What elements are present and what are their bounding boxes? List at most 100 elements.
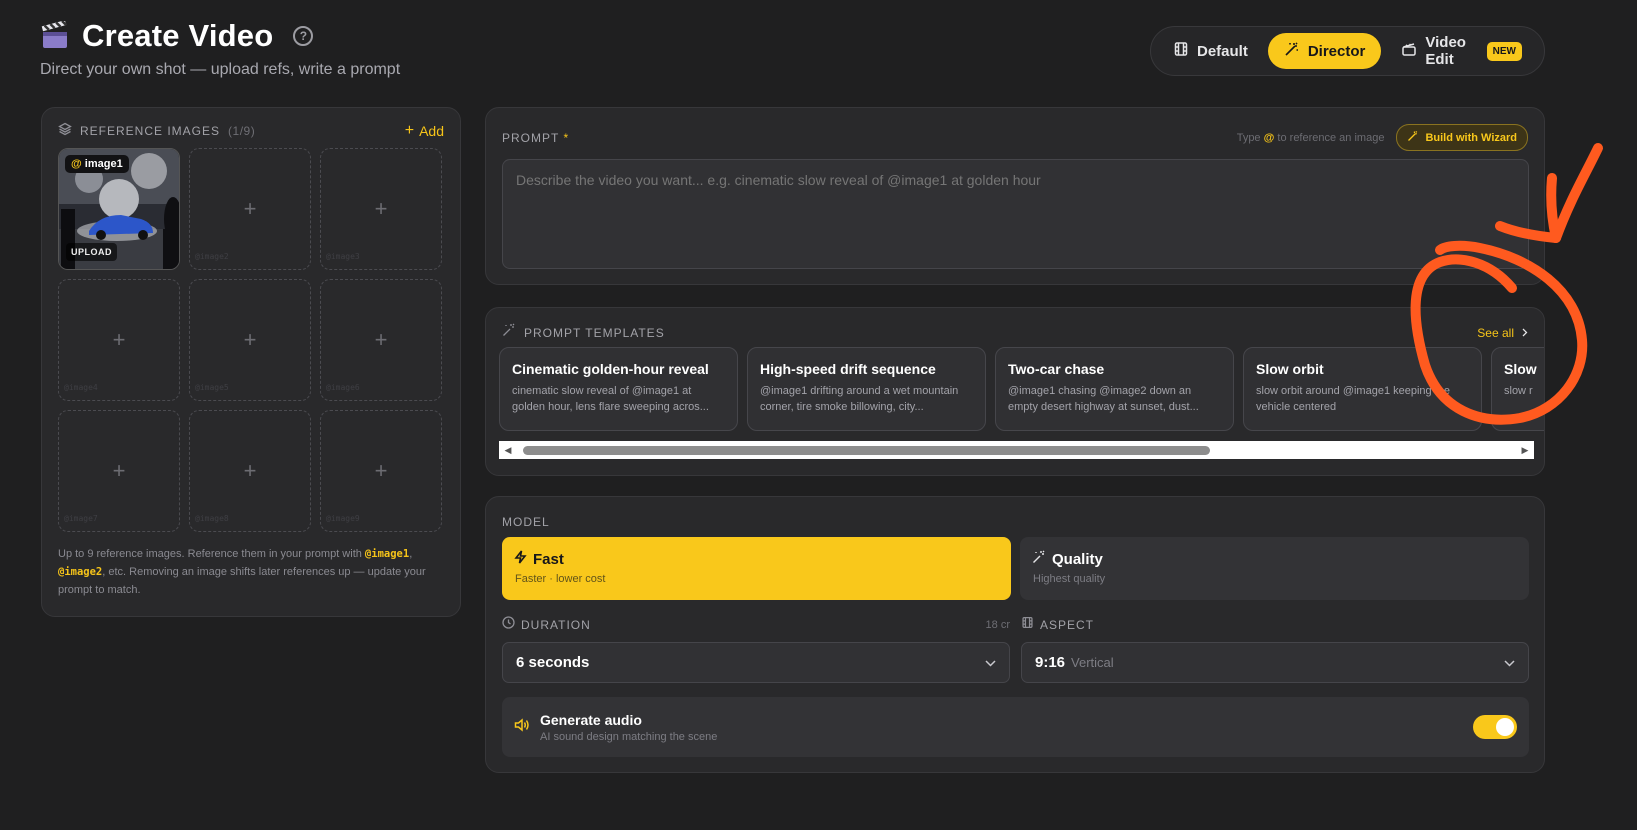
- generate-audio-row: Generate audio AI sound design matching …: [502, 697, 1529, 757]
- template-cards: Cinematic golden-hour reveal cinematic s…: [499, 347, 1544, 431]
- prompt-panel: PROMPT * Type @ to reference an image Bu…: [485, 107, 1545, 285]
- chevron-right-icon: [1522, 326, 1528, 340]
- generate-audio-sub: AI sound design matching the scene: [540, 730, 718, 743]
- plus-icon: +: [374, 196, 388, 221]
- slot-placeholder: @image5: [195, 383, 229, 392]
- slot-placeholder: @image3: [326, 252, 360, 261]
- scroll-right-icon[interactable]: ▶: [1516, 445, 1534, 456]
- video-edit-icon: [1401, 41, 1417, 61]
- prompt-templates-panel: PROMPT TEMPLATES See all Cinematic golde…: [485, 307, 1545, 476]
- model-quality-name: Quality: [1052, 550, 1103, 568]
- layers-icon: [58, 122, 72, 141]
- duration-value: 6 seconds: [516, 654, 590, 671]
- model-panel: MODEL Fast Faster · lower cost Quality H…: [485, 496, 1545, 773]
- mode-switch: Default Director Video Edit NEW: [1150, 26, 1545, 76]
- mode-director-label: Director: [1307, 42, 1366, 60]
- build-with-wizard-label: Build with Wizard: [1425, 131, 1517, 144]
- template-desc: cinematic slow reveal of @image1 at gold…: [512, 385, 709, 413]
- template-title: Two-car chase: [1008, 361, 1105, 377]
- see-all-label: See all: [1477, 325, 1514, 340]
- aspect-select[interactable]: 9:16 Vertical: [1021, 642, 1529, 683]
- template-desc: slow r: [1504, 385, 1533, 397]
- see-all-link[interactable]: See all: [1477, 326, 1528, 340]
- template-desc: @image1 drifting around a wet mountain c…: [760, 385, 959, 413]
- model-fast-name: Fast: [533, 550, 564, 568]
- sparkles-icon: [502, 323, 516, 342]
- plus-icon: +: [404, 122, 415, 139]
- reference-grid: @ image1 UPLOAD + @image2 + @image3 + @imag…: [58, 148, 442, 532]
- prompt-templates-title: PROMPT TEMPLATES: [524, 325, 665, 340]
- mode-default-button[interactable]: Default: [1157, 33, 1264, 69]
- build-with-wizard-button[interactable]: Build with Wizard: [1396, 124, 1528, 151]
- prompt-input[interactable]: [502, 159, 1529, 269]
- model-fast-option[interactable]: Fast Faster · lower cost: [502, 537, 1011, 600]
- aspect-label: ASPECT: [1040, 618, 1095, 632]
- slot-placeholder: @image9: [326, 514, 360, 523]
- template-card[interactable]: Two-car chase @image1 chasing @image2 do…: [995, 347, 1234, 431]
- reference-slot-9[interactable]: + @image9: [320, 410, 442, 532]
- model-label: MODEL: [502, 515, 550, 529]
- template-card[interactable]: High-speed drift sequence @image1 drifti…: [747, 347, 986, 431]
- wand-icon: [1407, 130, 1419, 145]
- plus-icon: +: [243, 196, 257, 221]
- slot-placeholder: @image6: [326, 383, 360, 392]
- upload-button[interactable]: UPLOAD: [66, 243, 117, 261]
- sparkles-icon: [1032, 550, 1046, 568]
- film-icon: [1173, 41, 1189, 61]
- template-title: Cinematic golden-hour reveal: [512, 361, 709, 377]
- model-fast-sub: Faster · lower cost: [515, 573, 606, 585]
- template-desc: @image1 chasing @image2 down an empty de…: [1008, 385, 1199, 413]
- plus-icon: +: [243, 458, 257, 483]
- chevron-down-icon: [985, 654, 996, 671]
- reference-slot-8[interactable]: + @image8: [189, 410, 311, 532]
- wand-icon: [1284, 41, 1300, 61]
- templates-scrollbar[interactable]: ◀ ▶: [499, 441, 1534, 459]
- mode-video-edit-button[interactable]: Video Edit NEW: [1385, 33, 1538, 69]
- scroll-left-icon[interactable]: ◀: [499, 445, 517, 456]
- help-icon[interactable]: ?: [293, 26, 314, 46]
- aspect-value: 9:16: [1035, 654, 1066, 671]
- plus-icon: +: [374, 327, 388, 352]
- duration-select[interactable]: 6 seconds: [502, 642, 1010, 683]
- scrollbar-track[interactable]: [517, 441, 1516, 459]
- template-card[interactable]: Slow slow r: [1491, 347, 1544, 431]
- annotation-arrow: [1551, 143, 1603, 243]
- mode-director-button[interactable]: Director: [1267, 33, 1382, 69]
- aspect-field: ASPECT 9:16 Vertical: [1021, 616, 1529, 683]
- reference-note: Up to 9 reference images. Reference them…: [58, 548, 426, 596]
- page-header: Create Video ? Direct your own shot — up…: [40, 18, 400, 79]
- film-icon: [1021, 616, 1034, 634]
- reference-slot-6[interactable]: + @image6: [320, 279, 442, 401]
- reference-slot-7[interactable]: + @image7: [58, 410, 180, 532]
- template-card[interactable]: Slow orbit slow orbit around @image1 kee…: [1243, 347, 1482, 431]
- clock-icon: [502, 616, 515, 634]
- page-title: Create Video: [82, 18, 274, 53]
- plus-icon: +: [243, 327, 257, 352]
- scrollbar-thumb[interactable]: [523, 446, 1210, 455]
- reference-tag: @ image1: [65, 155, 129, 173]
- speaker-icon: [514, 717, 530, 737]
- clapperboard-icon: [40, 20, 70, 51]
- mode-default-label: Default: [1197, 42, 1248, 60]
- mode-video-edit-label: Video Edit: [1425, 34, 1466, 68]
- template-title: Slow: [1504, 361, 1537, 377]
- model-quality-sub: Highest quality: [1033, 573, 1106, 585]
- slot-placeholder: @image7: [64, 514, 98, 523]
- reference-images-panel: REFERENCE IMAGES (1/9) + Add @ image1 UP…: [41, 107, 461, 617]
- chevron-down-icon: [1504, 654, 1515, 671]
- reference-slot-3[interactable]: + @image3: [320, 148, 442, 270]
- template-title: Slow orbit: [1256, 361, 1324, 377]
- plus-icon: +: [112, 327, 126, 352]
- reference-slot-2[interactable]: + @image2: [189, 148, 311, 270]
- reference-slot-4[interactable]: + @image4: [58, 279, 180, 401]
- reference-slot-5[interactable]: + @image5: [189, 279, 311, 401]
- model-options: Fast Faster · lower cost Quality Highest…: [502, 537, 1529, 600]
- template-card[interactable]: Cinematic golden-hour reveal cinematic s…: [499, 347, 738, 431]
- generate-audio-title: Generate audio: [540, 711, 642, 728]
- add-reference-button[interactable]: + Add: [404, 122, 444, 140]
- generate-audio-toggle[interactable]: [1473, 715, 1517, 739]
- reference-slot-1[interactable]: @ image1 UPLOAD: [58, 148, 180, 270]
- slot-placeholder: @image8: [195, 514, 229, 523]
- prompt-hint: Type @ to reference an image Build with …: [1237, 124, 1528, 151]
- model-quality-option[interactable]: Quality Highest quality: [1020, 537, 1529, 600]
